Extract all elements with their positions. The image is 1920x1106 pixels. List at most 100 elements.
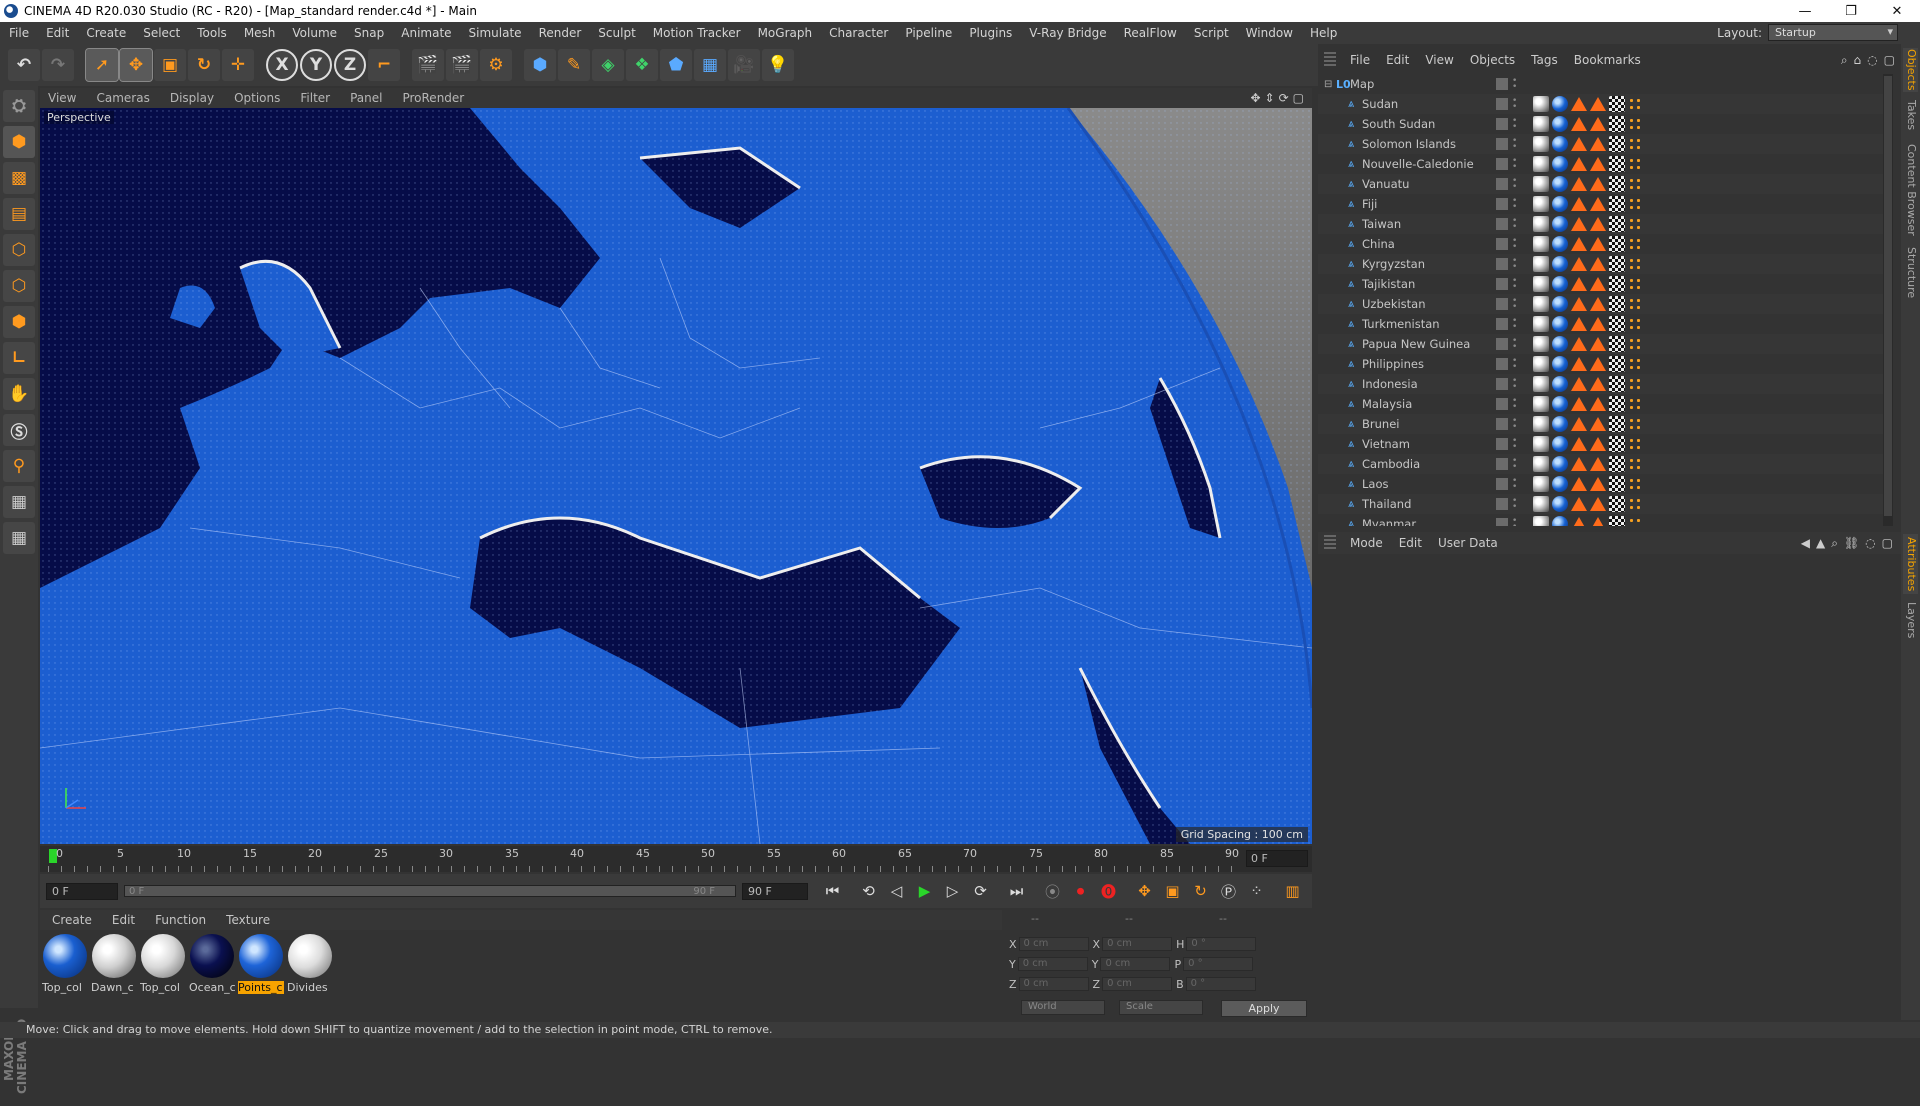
material-tag-icon[interactable]	[1552, 116, 1568, 132]
visibility-toggle[interactable]	[1496, 418, 1508, 430]
visibility-toggle[interactable]	[1496, 78, 1508, 90]
visibility-toggle[interactable]	[1496, 398, 1508, 410]
planar-workplane-icon[interactable]: ▦	[3, 522, 35, 554]
object-row[interactable]: ⩓ Malaysia • •	[1318, 394, 1883, 414]
object-row[interactable]: ⩓ Vanuatu • •	[1318, 174, 1883, 194]
object-row[interactable]: ⩓ Solomon Islands • •	[1318, 134, 1883, 154]
texture-tag-icon[interactable]	[1609, 476, 1625, 492]
lock-icon[interactable]: ⛓	[1844, 536, 1859, 551]
object-row[interactable]: ⩓ Sudan • •	[1318, 94, 1883, 114]
selection-tag-icon[interactable]	[1590, 97, 1606, 111]
menu-sculpt[interactable]: Sculpt	[589, 26, 643, 40]
selection-tag-icon[interactable]	[1590, 417, 1606, 431]
material-tag-icon[interactable]	[1552, 136, 1568, 152]
objects-menu-view[interactable]: View	[1417, 53, 1461, 67]
object-row[interactable]: ⩓ Taiwan • •	[1318, 214, 1883, 234]
back-arrow-icon[interactable]: ◀	[1801, 536, 1810, 551]
material-tag-icon[interactable]	[1552, 316, 1568, 332]
tab-content-browser[interactable]: Content Browser	[1903, 140, 1918, 240]
points-tag-icon[interactable]	[1628, 177, 1642, 191]
texture-tag-icon[interactable]	[1609, 316, 1625, 332]
render-dots-icon[interactable]: ••	[1512, 517, 1517, 527]
home-icon[interactable]: ⌂	[1854, 53, 1862, 68]
apply-button[interactable]: Apply	[1221, 1000, 1307, 1017]
previous-key-icon[interactable]: ⟲	[856, 879, 881, 904]
select-icon[interactable]: ➚	[85, 48, 119, 82]
object-row[interactable]: ⩓ Fiji • •	[1318, 194, 1883, 214]
model-mode-icon[interactable]: ⬢	[3, 126, 35, 158]
visibility-toggle[interactable]	[1496, 218, 1508, 230]
size-x-field[interactable]: 0 cm	[1102, 937, 1173, 951]
edit-render-settings-icon[interactable]: ⚙	[480, 49, 512, 81]
render-dots-icon[interactable]: ••	[1512, 297, 1517, 312]
material-tag-icon[interactable]	[1552, 496, 1568, 512]
menu-character[interactable]: Character	[820, 26, 896, 40]
key-parameter-icon[interactable]: Ⓟ	[1216, 879, 1241, 904]
render-dots-icon[interactable]: ••	[1512, 177, 1517, 192]
undo-icon[interactable]: ↶	[8, 49, 40, 81]
key-scale-icon[interactable]: ▣	[1160, 879, 1185, 904]
menu-file[interactable]: File	[0, 26, 37, 40]
points-tag-icon[interactable]	[1628, 457, 1642, 471]
object-row[interactable]: ⩓ China • •	[1318, 234, 1883, 254]
minimize-button[interactable]: —	[1782, 4, 1828, 19]
attributes-menu-user-data[interactable]: User Data	[1430, 536, 1506, 550]
material-tag-icon[interactable]	[1552, 176, 1568, 192]
workplane-lock-icon[interactable]: ▦	[3, 486, 35, 518]
menu-animate[interactable]: Animate	[392, 26, 459, 40]
phong-tag-icon[interactable]	[1571, 237, 1587, 251]
phong-tag-icon[interactable]	[1571, 297, 1587, 311]
texture-tag-icon[interactable]	[1609, 216, 1625, 232]
visibility-toggle[interactable]	[1496, 318, 1508, 330]
visibility-toggle[interactable]	[1496, 98, 1508, 110]
dolly-view-icon[interactable]: ⇕	[1265, 91, 1275, 105]
material-menu-create[interactable]: Create	[40, 913, 100, 927]
phong-tag-icon[interactable]	[1571, 397, 1587, 411]
menu-pipeline[interactable]: Pipeline	[896, 26, 960, 40]
object-row[interactable]: ⩓ Cambodia • •	[1318, 454, 1883, 474]
phong-tag-icon[interactable]	[1571, 477, 1587, 491]
material-tag-icon[interactable]	[1533, 236, 1549, 252]
render-dots-icon[interactable]: ••	[1512, 157, 1517, 172]
selection-tag-icon[interactable]	[1590, 157, 1606, 171]
material-tag-icon[interactable]	[1533, 256, 1549, 272]
render-dots-icon[interactable]: ••	[1512, 217, 1517, 232]
selection-tag-icon[interactable]	[1590, 257, 1606, 271]
points-tag-icon[interactable]	[1628, 237, 1642, 251]
render-view-icon[interactable]: 🎬	[412, 49, 444, 81]
key-point-level-icon[interactable]: ⁘	[1244, 879, 1269, 904]
material-tag-icon[interactable]	[1533, 376, 1549, 392]
tweak-mode-icon[interactable]: ✋	[3, 378, 35, 410]
points-tag-icon[interactable]	[1628, 257, 1642, 271]
rotation-b-field[interactable]: 0 °	[1185, 977, 1256, 991]
phong-tag-icon[interactable]	[1571, 337, 1587, 351]
coordinate-space-dropdown[interactable]: World	[1021, 1000, 1105, 1015]
object-row-map[interactable]: ⊟ L0 Map • •	[1318, 74, 1883, 94]
menu-mograph[interactable]: MoGraph	[749, 26, 821, 40]
pan-view-icon[interactable]: ✥	[1250, 91, 1260, 105]
selection-tag-icon[interactable]	[1590, 277, 1606, 291]
material-tag-icon[interactable]	[1533, 296, 1549, 312]
visibility-toggle[interactable]	[1496, 338, 1508, 350]
material-menu-texture[interactable]: Texture	[214, 913, 278, 927]
x-axis-icon[interactable]: X	[266, 49, 298, 81]
timeline-window-icon[interactable]: ▥	[1280, 879, 1305, 904]
go-to-start-icon[interactable]: ⏮	[820, 879, 845, 904]
texture-tag-icon[interactable]	[1609, 496, 1625, 512]
visibility-toggle[interactable]	[1496, 518, 1508, 526]
material-swatch[interactable]: Points_c	[238, 934, 284, 994]
panel-menu-icon[interactable]: ▢	[1884, 53, 1895, 68]
visibility-toggle[interactable]	[1496, 178, 1508, 190]
up-arrow-icon[interactable]: ▲	[1816, 536, 1825, 551]
scale-icon[interactable]: ▣	[154, 49, 186, 81]
viewport-menu-view[interactable]: View	[40, 91, 88, 105]
menu-simulate[interactable]: Simulate	[460, 26, 530, 40]
end-frame-field[interactable]: 90 F	[742, 882, 808, 900]
phong-tag-icon[interactable]	[1571, 457, 1587, 471]
start-frame-field[interactable]: 0 F	[46, 882, 118, 900]
workplane-mode-icon[interactable]: ▤	[3, 198, 35, 230]
objects-menu-objects[interactable]: Objects	[1462, 53, 1523, 67]
render-dots-icon[interactable]: ••	[1512, 397, 1517, 412]
material-tag-icon[interactable]	[1552, 396, 1568, 412]
rotation-p-field[interactable]: 0 °	[1183, 957, 1254, 971]
